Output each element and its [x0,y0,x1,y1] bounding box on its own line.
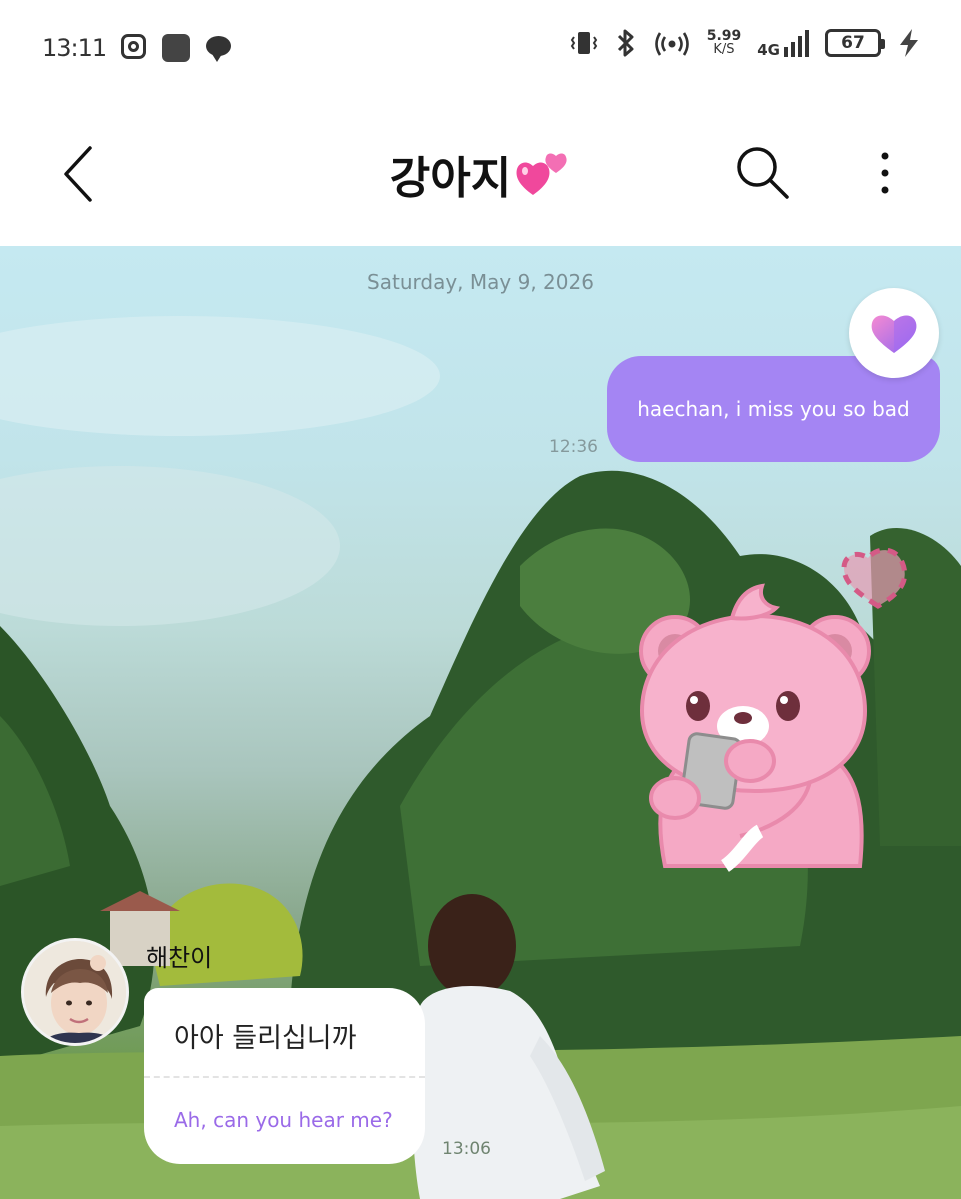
heart-icon [871,315,917,353]
translation-text[interactable]: Ah, can you hear me? [174,1108,393,1132]
reaction-button[interactable] [849,288,939,378]
translation-divider [144,1076,425,1078]
chat-title-text: 강아지 [389,153,512,204]
vibrate-icon [570,32,597,54]
talk-icon [206,36,231,62]
incoming-message-bubble[interactable]: 아아 들리십니까 Ah, can you hear me? [144,988,425,1164]
charging-icon [900,29,918,57]
search-button[interactable] [730,140,794,204]
incoming-message-text: 아아 들리십니까 [174,1023,357,1054]
battery-icon: 67 [825,29,885,57]
status-time: 13:11 [42,34,107,62]
status-bar: 13:11 5.99 K/S 4G 67 [0,0,961,98]
more-vertical-icon [881,152,889,194]
hotspot-icon [654,32,689,56]
date-separator: Saturday, May 9, 2026 [367,270,594,294]
signal-icon [784,29,809,57]
two-hearts-icon [516,153,567,195]
sender-avatar[interactable] [21,938,129,1046]
search-icon [737,147,789,199]
network-type: 4G [757,41,780,59]
message-time: 12:36 [549,437,598,457]
bluetooth-icon [617,29,634,57]
instagram-icon [121,34,146,59]
net-speed-unit: K/S [713,42,735,57]
sender-name: 해찬이 [146,944,213,972]
incoming-message-time: 13:06 [442,1139,491,1159]
bear-sticker[interactable] [630,536,940,881]
more-options-button[interactable] [868,148,902,198]
app-icon [162,34,190,62]
chat-area[interactable]: Saturday, May 9, 2026 haechan, i miss yo… [0,246,961,1199]
outgoing-message-text: haechan, i miss you so bad [637,397,910,421]
heart-deco-icon [841,547,908,609]
net-speed-value: 5.99 [706,28,742,44]
battery-level: 67 [841,33,865,53]
net-speed: 5.99 K/S [707,29,742,57]
chat-title: 강아지 [0,142,961,206]
chat-header: 강아지 [0,98,961,246]
